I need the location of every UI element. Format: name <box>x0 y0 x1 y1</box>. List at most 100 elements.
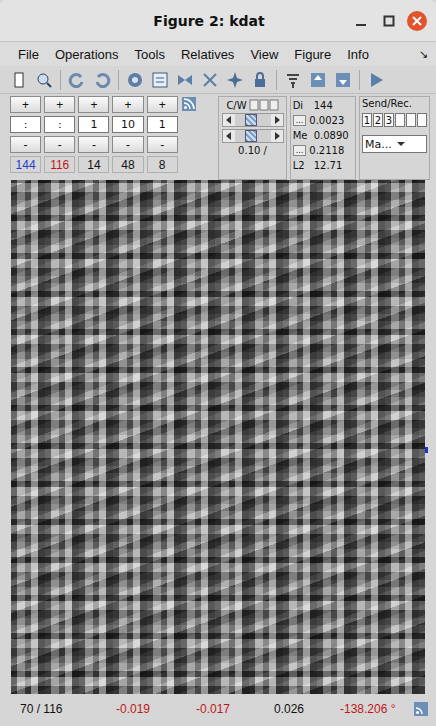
close-icon[interactable] <box>407 11 427 31</box>
increment-button[interactable]: + <box>10 96 41 113</box>
rotate-right-icon[interactable] <box>93 71 111 89</box>
status-value: 70 / 116 <box>20 702 116 716</box>
maximize-button[interactable] <box>378 10 400 32</box>
dimension-size: 48 <box>112 156 143 173</box>
slider-left-button[interactable] <box>223 114 235 126</box>
menu-item[interactable]: View <box>242 45 286 64</box>
send-button[interactable]: 3 <box>384 113 394 127</box>
index-field[interactable]: : <box>44 116 75 133</box>
dropdown-value[interactable]: Ma... <box>365 138 396 151</box>
stat-value: 0.0023 <box>309 115 344 126</box>
stat-row: ...0.2118 <box>293 143 353 157</box>
right-arrow-icon[interactable] <box>273 116 281 124</box>
index-field[interactable]: 1 <box>78 116 109 133</box>
stat-label: Me <box>293 130 311 141</box>
position-marker <box>425 447 428 453</box>
menu-item[interactable]: Operations <box>47 45 127 64</box>
menu-bar: FileOperationsToolsRelativesViewFigureIn… <box>0 42 436 66</box>
send-receive-panel: Send/Rec.123Ma... <box>359 96 430 180</box>
zoom-icon[interactable] <box>35 71 53 89</box>
increment-button[interactable]: + <box>147 96 178 113</box>
stat-value: 12.71 <box>314 160 343 171</box>
menu-item[interactable]: Figure <box>286 45 339 64</box>
data-image[interactable] <box>11 180 425 694</box>
increment-button[interactable]: + <box>112 96 143 113</box>
download-icon[interactable] <box>334 71 352 89</box>
stat-button[interactable]: ... <box>293 145 307 156</box>
decrement-button[interactable]: - <box>112 136 143 153</box>
slider-right-button[interactable] <box>271 130 283 142</box>
page-icon[interactable] <box>10 71 28 89</box>
send-button[interactable] <box>417 113 427 127</box>
increment-button[interactable]: + <box>78 96 109 113</box>
dropdown-arrow-icon[interactable] <box>396 136 427 152</box>
stat-row: L212.71 <box>293 158 353 172</box>
status-value: -0.019 <box>116 702 196 716</box>
dimension-column: +10 - 48 <box>112 96 143 180</box>
cw-options-icon[interactable] <box>249 99 279 111</box>
index-field[interactable]: 10 <box>112 116 143 133</box>
send-button[interactable]: 1 <box>362 113 372 127</box>
grid-icon[interactable] <box>151 71 169 89</box>
menu-item[interactable]: Relatives <box>173 45 242 64</box>
slider-thumb[interactable] <box>245 114 257 126</box>
cycle-icon[interactable] <box>126 71 144 89</box>
toolbar <box>0 66 436 94</box>
cw-value: 0.10 / <box>238 145 267 156</box>
broadcast-icon[interactable] <box>182 97 196 111</box>
cross-icon[interactable] <box>201 71 219 89</box>
decrement-button[interactable]: - <box>44 136 75 153</box>
index-field[interactable]: 1 <box>147 116 178 133</box>
stat-label: L2 <box>293 160 311 171</box>
status-value: -0.017 <box>196 702 274 716</box>
slider-track[interactable] <box>235 130 271 142</box>
send-button[interactable] <box>406 113 416 127</box>
cw-label: C/W <box>226 100 246 111</box>
send-button[interactable] <box>395 113 405 127</box>
dimension-column: +1 - 14 <box>78 96 109 180</box>
dimension-size: 14 <box>78 156 109 173</box>
send-button[interactable]: 2 <box>373 113 383 127</box>
minimize-button[interactable] <box>350 10 372 32</box>
star-icon[interactable] <box>226 71 244 89</box>
flip-icon[interactable] <box>176 71 194 89</box>
toolbar-separator <box>118 70 119 90</box>
stat-row: ...0.0023 <box>293 113 353 127</box>
close-button[interactable] <box>406 10 428 32</box>
index-field[interactable]: : <box>10 116 41 133</box>
rotate-left-icon[interactable] <box>68 71 86 89</box>
slider-track[interactable] <box>235 114 271 126</box>
maximize-icon[interactable] <box>382 14 396 28</box>
dimension-size: 8 <box>147 156 178 173</box>
slider-left-button[interactable] <box>223 130 235 142</box>
contrast-window-panel: C/W 0.10 / <box>218 96 286 180</box>
decrement-button[interactable]: - <box>78 136 109 153</box>
window-title: Figure 2: kdat <box>14 13 344 29</box>
increment-button[interactable]: + <box>44 96 75 113</box>
status-value: 0.026 <box>274 702 340 716</box>
menu-item[interactable]: Info <box>339 45 377 64</box>
broadcast-icon[interactable] <box>414 702 432 716</box>
dimension-column: +:-116 <box>44 96 75 180</box>
decrement-button[interactable]: - <box>147 136 178 153</box>
left-arrow-icon[interactable] <box>225 132 233 140</box>
decrement-button[interactable]: - <box>10 136 41 153</box>
status-bar: 70 / 116-0.019-0.0170.026-138.206 ° <box>0 698 436 720</box>
menu-item[interactable]: Tools <box>127 45 173 64</box>
play-icon[interactable] <box>367 71 385 89</box>
dimension-controls: +:-144+:-116+1-14+10-48+1-8C/W0.10 /Di14… <box>0 94 436 180</box>
right-arrow-icon[interactable] <box>273 132 281 140</box>
stat-button[interactable]: ... <box>293 115 307 126</box>
stat-value: 0.2118 <box>309 145 344 156</box>
slider-right-button[interactable] <box>271 114 283 126</box>
upload-icon[interactable] <box>309 71 327 89</box>
minimize-icon[interactable] <box>354 14 368 28</box>
menu-item[interactable]: File <box>18 45 47 64</box>
antenna-icon[interactable] <box>284 71 302 89</box>
menu-arrow[interactable]: ↘ <box>419 48 428 61</box>
mode-dropdown[interactable]: Ma... <box>362 135 427 153</box>
left-arrow-icon[interactable] <box>225 116 233 124</box>
cw-slider <box>222 129 284 143</box>
lock-icon[interactable] <box>251 71 269 89</box>
slider-thumb[interactable] <box>245 130 257 142</box>
